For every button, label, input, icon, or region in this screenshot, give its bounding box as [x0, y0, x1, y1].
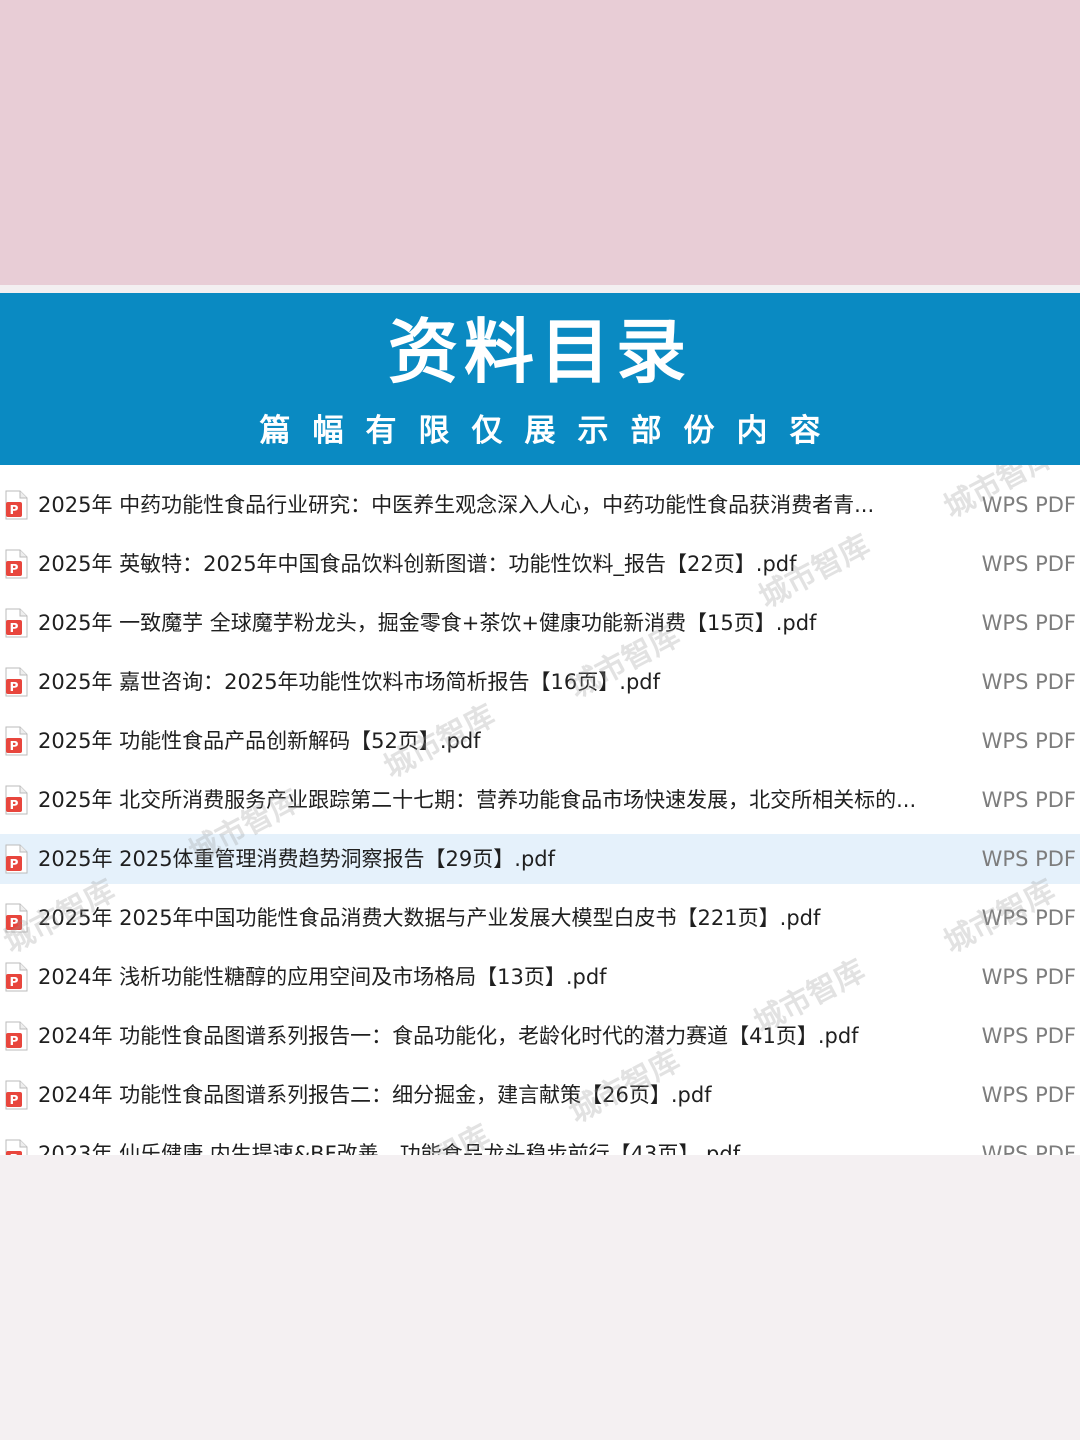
file-type: WPS PDF	[981, 847, 1076, 871]
pdf-file-icon: P	[5, 962, 28, 992]
file-name: 2024年 浅析功能性糖醇的应用空间及市场格局【13页】.pdf	[38, 965, 607, 989]
file-name: 2025年 中药功能性食品行业研究：中医养生观念深入人心，中药功能性食品获消费者…	[38, 493, 875, 517]
file-type: WPS PDF	[981, 611, 1076, 635]
svg-text:P: P	[10, 798, 19, 812]
svg-text:P: P	[10, 1034, 19, 1048]
pdf-file-icon: P	[5, 549, 28, 579]
file-type: WPS PDF	[981, 1142, 1076, 1155]
file-name: 2024年 功能性食品图谱系列报告二：细分掘金，建言献策【26页】.pdf	[38, 1083, 712, 1107]
pdf-file-icon: P	[5, 667, 28, 697]
pdf-file-icon: P	[5, 1080, 28, 1110]
file-row[interactable]: P 2025年 功能性食品产品创新解码【52页】.pdf WPS PDF	[0, 716, 1080, 766]
svg-text:P: P	[10, 680, 19, 694]
pdf-file-icon: P	[5, 844, 28, 874]
file-row-selected[interactable]: P 2025年 2025体重管理消费趋势洞察报告【29页】.pdf WPS PD…	[0, 834, 1080, 884]
file-name: 2025年 功能性食品产品创新解码【52页】.pdf	[38, 729, 481, 753]
file-row[interactable]: P 2025年 2025年中国功能性食品消费大数据与产业发展大模型白皮书【221…	[0, 893, 1080, 943]
svg-text:P: P	[10, 916, 19, 930]
file-type: WPS PDF	[981, 788, 1076, 812]
file-row-partial[interactable]: P 2023年 仙乐健康 内生提速&BF改善，功能食品龙头稳步前行【43页】.p…	[0, 1129, 1080, 1155]
pdf-file-icon: P	[5, 1139, 28, 1155]
file-type: WPS PDF	[981, 1024, 1076, 1048]
page-subtitle: 篇幅有限仅展示部份内容	[259, 413, 843, 449]
file-row[interactable]: P 2025年 英敏特：2025年中国食品饮料创新图谱：功能性饮料_报告【22页…	[0, 539, 1080, 589]
svg-text:P: P	[10, 621, 19, 635]
catalog-header: 资料目录 篇幅有限仅展示部份内容	[0, 293, 1080, 465]
svg-text:P: P	[10, 857, 19, 871]
file-row[interactable]: P 2025年 北交所消费服务产业跟踪第二十七期：营养功能食品市场快速发展，北交…	[0, 775, 1080, 825]
file-type: WPS PDF	[981, 1083, 1076, 1107]
file-row[interactable]: P 2024年 浅析功能性糖醇的应用空间及市场格局【13页】.pdf WPS P…	[0, 952, 1080, 1002]
svg-text:P: P	[10, 503, 19, 517]
file-name: 2023年 仙乐健康 内生提速&BF改善，功能食品龙头稳步前行【43页】.pdf	[38, 1142, 741, 1155]
file-name: 2025年 一致魔芋 全球魔芋粉龙头，掘金零食+茶饮+健康功能新消费【15页】.…	[38, 611, 817, 635]
file-name: 2025年 英敏特：2025年中国食品饮料创新图谱：功能性饮料_报告【22页】.…	[38, 552, 797, 576]
file-row[interactable]: P 2025年 一致魔芋 全球魔芋粉龙头，掘金零食+茶饮+健康功能新消费【15页…	[0, 598, 1080, 648]
file-type: WPS PDF	[981, 729, 1076, 753]
file-name: 2025年 嘉世咨询：2025年功能性饮料市场简析报告【16页】.pdf	[38, 670, 661, 694]
svg-text:P: P	[10, 562, 19, 576]
svg-text:P: P	[10, 739, 19, 753]
file-type: WPS PDF	[981, 906, 1076, 930]
file-name: 2025年 北交所消费服务产业跟踪第二十七期：营养功能食品市场快速发展，北交所相…	[38, 788, 917, 812]
divider-band	[0, 285, 1080, 293]
file-name: 2024年 功能性食品图谱系列报告一：食品功能化，老龄化时代的潜力赛道【41页】…	[38, 1024, 859, 1048]
file-type: WPS PDF	[981, 493, 1076, 517]
pdf-file-icon: P	[5, 490, 28, 520]
file-row[interactable]: P 2025年 嘉世咨询：2025年功能性饮料市场简析报告【16页】.pdf W…	[0, 657, 1080, 707]
svg-text:P: P	[10, 1093, 19, 1107]
svg-text:P: P	[10, 975, 19, 989]
file-type: WPS PDF	[981, 965, 1076, 989]
file-row[interactable]: P 2024年 功能性食品图谱系列报告一：食品功能化，老龄化时代的潜力赛道【41…	[0, 1011, 1080, 1061]
pdf-file-icon: P	[5, 726, 28, 756]
bottom-background-band	[0, 1155, 1080, 1440]
file-name: 2025年 2025年中国功能性食品消费大数据与产业发展大模型白皮书【221页】…	[38, 906, 821, 930]
file-row[interactable]: P 2024年 功能性食品图谱系列报告二：细分掘金，建言献策【26页】.pdf …	[0, 1070, 1080, 1120]
pdf-file-icon: P	[5, 785, 28, 815]
file-type: WPS PDF	[981, 670, 1076, 694]
page-title: 资料目录	[388, 311, 692, 393]
file-row[interactable]: P 2025年 中药功能性食品行业研究：中医养生观念深入人心，中药功能性食品获消…	[0, 480, 1080, 530]
pdf-file-icon: P	[5, 1021, 28, 1051]
file-name: 2025年 2025体重管理消费趋势洞察报告【29页】.pdf	[38, 847, 556, 871]
top-background-band	[0, 0, 1080, 285]
pdf-file-icon: P	[5, 903, 28, 933]
file-list: P 2025年 中药功能性食品行业研究：中医养生观念深入人心，中药功能性食品获消…	[0, 465, 1080, 1155]
pdf-file-icon: P	[5, 608, 28, 638]
file-type: WPS PDF	[981, 552, 1076, 576]
